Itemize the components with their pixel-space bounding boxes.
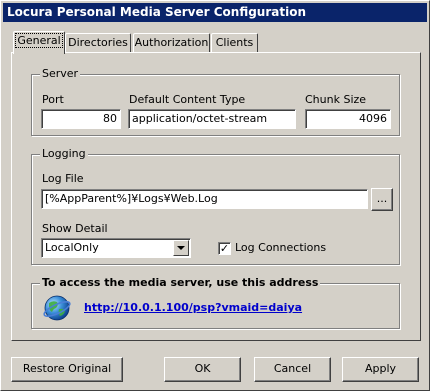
- ok-button[interactable]: OK: [164, 357, 241, 382]
- chunk-size-field[interactable]: 4096: [305, 109, 391, 129]
- title-bar: Locura Personal Media Server Configurati…: [3, 3, 427, 22]
- config-window: Locura Personal Media Server Configurati…: [0, 0, 430, 391]
- tab-directories-label: Directories: [68, 36, 128, 49]
- window-title: Locura Personal Media Server Configurati…: [7, 5, 306, 19]
- tab-general-label: General: [15, 33, 63, 48]
- access-group-label: To access the media server, use this add…: [40, 276, 321, 289]
- server-group: Server Port 80 Default Content Type appl…: [31, 67, 400, 136]
- log-connections-label: Log Connections: [235, 241, 327, 254]
- logging-group-label: Logging: [40, 147, 88, 160]
- cancel-button[interactable]: Cancel: [254, 357, 331, 382]
- general-panel: Server Port 80 Default Content Type appl…: [11, 52, 421, 341]
- server-address-link[interactable]: http://10.0.1.100/psp?vmaid=daiya: [84, 301, 302, 314]
- content-type-label: Default Content Type: [129, 93, 246, 106]
- tab-clients-label: Clients: [215, 36, 254, 49]
- globe-icon: [42, 293, 72, 323]
- show-detail-value: LocalOnly: [45, 241, 99, 254]
- browse-button[interactable]: ...: [371, 188, 393, 211]
- log-file-label: Log File: [42, 172, 84, 185]
- chevron-down-icon[interactable]: [173, 240, 189, 256]
- content-type-field[interactable]: application/octet-stream: [128, 109, 296, 129]
- show-detail-select[interactable]: LocalOnly: [41, 238, 191, 258]
- log-file-field[interactable]: [%AppParent%]¥Logs¥Web.Log: [41, 189, 368, 209]
- log-connections-checkbox[interactable]: ✓: [218, 242, 231, 255]
- port-label: Port: [42, 93, 64, 106]
- tab-authorization[interactable]: Authorization: [133, 33, 210, 52]
- access-group: To access the media server, use this add…: [31, 276, 400, 329]
- server-group-label: Server: [40, 67, 81, 80]
- tab-directories[interactable]: Directories: [65, 33, 131, 52]
- tab-clients[interactable]: Clients: [211, 33, 258, 52]
- apply-button[interactable]: Apply: [342, 357, 419, 382]
- chunk-size-label: Chunk Size: [305, 93, 367, 106]
- port-field[interactable]: 80: [41, 109, 121, 129]
- tab-general[interactable]: General: [13, 31, 65, 54]
- logging-group: Logging Log File [%AppParent%]¥Logs¥Web.…: [31, 147, 400, 265]
- restore-original-button[interactable]: Restore Original: [11, 357, 123, 382]
- tab-authorization-label: Authorization: [134, 36, 209, 49]
- show-detail-label: Show Detail: [42, 222, 108, 235]
